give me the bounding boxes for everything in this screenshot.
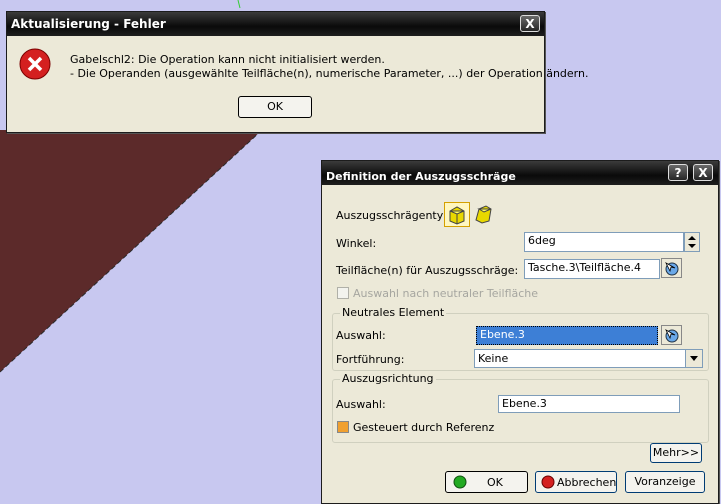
controlled-by-reference-checkbox[interactable] (337, 421, 349, 433)
pulling-selection-input[interactable]: Ebene.3 (498, 395, 680, 413)
pulling-selection-label: Auswahl: (336, 398, 386, 411)
draft-dialog-title: Definition der Auszugsschräge (326, 170, 516, 183)
neutral-face-checkbox-label: Auswahl nach neutraler Teilfläche (353, 287, 539, 300)
draft-dialog-close-button[interactable]: X (693, 164, 713, 181)
ok-button[interactable]: OK (445, 471, 528, 493)
spin-down-icon[interactable] (688, 244, 696, 248)
draft-type-label: Auszugsschrägentyp: (336, 209, 454, 222)
neutral-selection-input[interactable]: Ebene.3 (476, 326, 658, 345)
draft-variable-button[interactable] (472, 202, 498, 227)
faces-select-button[interactable] (661, 258, 682, 278)
error-ok-button[interactable]: OK (238, 96, 312, 118)
controlled-by-reference-label: Gesteuert durch Referenz (353, 421, 495, 434)
angle-spinner[interactable] (684, 232, 700, 252)
error-message-line1: Gabelschl2: Die Operation kann nicht ini… (70, 53, 385, 66)
cancel-red-icon (541, 475, 555, 489)
dropdown-arrow-icon[interactable] (685, 350, 702, 367)
angle-label: Winkel: (336, 237, 377, 250)
neutral-select-button[interactable] (661, 325, 682, 345)
propagation-select[interactable]: Keine (474, 349, 703, 368)
error-message-line2: - Die Operanden (ausgewählte Teilfläche(… (70, 67, 589, 80)
error-icon (19, 48, 51, 80)
faces-input[interactable]: Tasche.3\Teilfläche.4 (524, 259, 660, 279)
error-dialog-title: Aktualisierung - Fehler (11, 17, 166, 31)
help-button[interactable]: ? (668, 164, 688, 181)
ok-label: OK (487, 476, 503, 489)
preview-button[interactable]: Voranzeige (625, 471, 705, 493)
neutral-element-group-title: Neutrales Element (340, 306, 447, 319)
spin-up-icon[interactable] (688, 236, 696, 240)
draft-definition-dialog: Definition der Auszugsschräge ? X Auszug… (321, 160, 719, 504)
draft-constant-icon (449, 206, 465, 225)
face-select-icon (665, 262, 679, 276)
ok-green-icon (453, 475, 467, 489)
neutral-face-checkbox[interactable] (337, 287, 349, 299)
cancel-label: Abbrechen (557, 476, 617, 489)
angle-input[interactable]: 6deg (524, 232, 684, 252)
axis-line (237, 0, 241, 9)
propagation-label: Fortführung: (336, 353, 405, 366)
cancel-button[interactable]: Abbrechen (535, 471, 617, 493)
more-button[interactable]: Mehr>> (650, 443, 702, 463)
draft-variable-icon (475, 205, 492, 224)
error-dialog-close-button[interactable]: X (520, 15, 540, 32)
error-dialog: Aktualisierung - Fehler X Gabelschl2: Di… (6, 11, 588, 133)
pulling-direction-group-title: Auszugsrichtung (340, 372, 436, 385)
faces-label: Teilfläche(n) für Auszugsschräge: (336, 264, 519, 277)
face-select-icon (665, 329, 679, 343)
propagation-value: Keine (478, 352, 509, 365)
draft-dialog-titlebar[interactable]: Definition der Auszugsschräge ? X (322, 161, 718, 185)
error-dialog-titlebar[interactable]: Aktualisierung - Fehler X (7, 12, 544, 36)
neutral-selection-label: Auswahl: (336, 329, 386, 342)
draft-constant-button[interactable] (444, 202, 470, 227)
